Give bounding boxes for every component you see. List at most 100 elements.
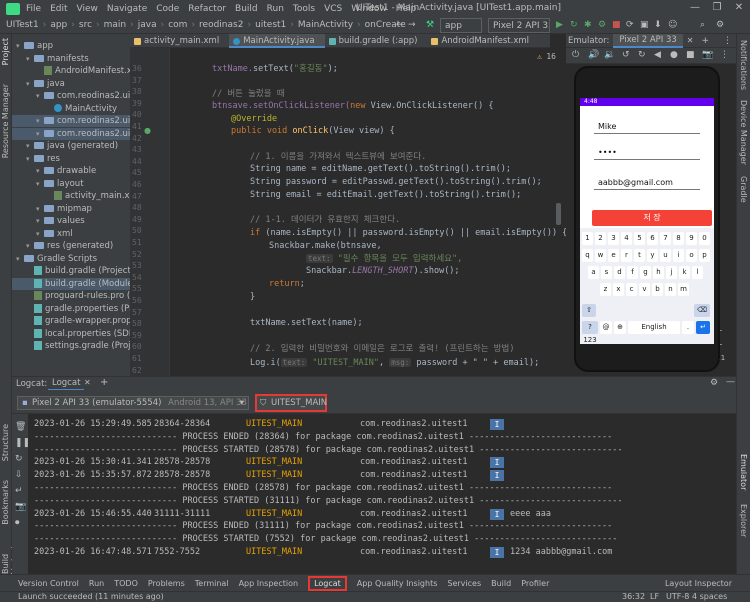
bookmarks-tool-tab[interactable]: Bookmarks xyxy=(1,480,10,525)
expand-arrow-icon[interactable]: ▾ xyxy=(36,228,44,240)
tree-item[interactable]: ▾ Gradle Scripts xyxy=(12,253,130,265)
close-icon[interactable]: ✕ xyxy=(84,378,91,387)
debug-icon[interactable]: ✱ xyxy=(584,18,592,33)
password-field[interactable]: •••• xyxy=(594,146,700,160)
expand-arrow-icon[interactable]: ▾ xyxy=(26,240,34,252)
tree-item[interactable]: activity_main.xml xyxy=(12,190,130,202)
clear-log-icon[interactable]: 🗑 xyxy=(15,422,26,432)
keyboard-key[interactable]: 2 xyxy=(595,232,606,245)
tool-run[interactable]: Run xyxy=(89,579,104,588)
tree-item[interactable]: ▾ app xyxy=(12,40,130,52)
keyboard-key[interactable]: z xyxy=(600,283,611,296)
keyboard-key[interactable]: 0 xyxy=(699,232,710,245)
tree-item[interactable]: ▾ com.reodinas2.uitest1 xyxy=(12,127,130,140)
menu-navigate[interactable]: Navigate xyxy=(107,4,147,14)
expand-arrow-icon[interactable]: ▾ xyxy=(26,53,34,65)
logcat-output[interactable]: 2023-01-26 15:29:49.585 28364-28364 UITEST… xyxy=(28,414,736,574)
device-manager-tool-tab[interactable]: Device Manager xyxy=(739,100,748,165)
keyboard-key[interactable]: y xyxy=(647,249,658,262)
expand-arrow-icon[interactable]: ▾ xyxy=(26,153,34,165)
keyboard-key[interactable]: l xyxy=(692,266,703,279)
resource-manager-tool-tab[interactable]: Resource Manager xyxy=(1,84,10,158)
avd-manager-icon[interactable]: ▣ xyxy=(640,18,649,33)
screenshot-icon[interactable]: 📷 xyxy=(702,50,713,60)
keyboard-key[interactable]: g xyxy=(640,266,651,279)
logcat-tab[interactable]: Logcat xyxy=(48,377,85,391)
indent-setting[interactable]: 4 spaces xyxy=(692,592,727,602)
project-tool-tab[interactable]: Project xyxy=(1,38,10,65)
expand-arrow-icon[interactable]: ▾ xyxy=(36,115,44,127)
stop-icon[interactable]: ■ xyxy=(612,18,621,33)
keyboard-key[interactable]: i xyxy=(673,249,684,262)
device-file-explorer-tool-tab[interactable]: Device File Explorer xyxy=(739,504,750,574)
email-field[interactable]: aabbb@gmail.com xyxy=(594,176,700,190)
soft-wrap-icon[interactable]: ↵ xyxy=(15,486,23,496)
tab-activity-main-xml[interactable]: activity_main.xml xyxy=(130,34,229,48)
tool-layout-inspector[interactable]: Layout Inspector xyxy=(665,579,732,588)
keyboard-key[interactable]: o xyxy=(686,249,697,262)
caret-position[interactable]: 36:32 xyxy=(622,592,645,602)
keyboard-key[interactable]: x xyxy=(613,283,624,296)
menu-file[interactable]: File xyxy=(26,4,41,14)
tree-item[interactable]: ▾ res (generated) xyxy=(12,240,130,252)
menu-vcs[interactable]: VCS xyxy=(324,4,342,14)
tree-item[interactable]: gradle-wrapper.properties xyxy=(12,315,130,327)
tree-item[interactable]: ▾ com.reodinas2.uitest1 xyxy=(12,90,130,102)
menu-view[interactable]: View xyxy=(77,4,98,14)
keyboard-key[interactable]: 9 xyxy=(686,232,697,245)
emulator-tool-tab[interactable]: Emulator xyxy=(739,454,748,490)
keyboard-key[interactable]: r xyxy=(621,249,632,262)
key-at[interactable]: @ xyxy=(600,321,612,334)
status-message[interactable]: Launch succeeded (11 minutes ago) xyxy=(18,592,164,602)
expand-arrow-icon[interactable]: ▾ xyxy=(26,78,34,90)
breadcrumb-reodinas2[interactable]: reodinas2 xyxy=(199,20,243,30)
tree-item[interactable]: gradle.properties (Project Pro xyxy=(12,303,130,315)
keyboard-key[interactable]: 5 xyxy=(634,232,645,245)
breadcrumb-com[interactable]: com xyxy=(168,20,187,30)
keyboard-key[interactable]: n xyxy=(665,283,676,296)
keyboard-key[interactable]: h xyxy=(653,266,664,279)
hammer-icon[interactable]: ⚒ xyxy=(426,18,438,33)
logcat-filter-input[interactable]: ⛉ UITEST_MAIN xyxy=(255,394,327,412)
more-icon[interactable]: ⋮ xyxy=(720,50,729,60)
rotate-right-icon[interactable]: ↻ xyxy=(638,50,646,60)
keyboard-key[interactable]: d xyxy=(614,266,625,279)
keyboard-key[interactable]: k xyxy=(679,266,690,279)
space-bar[interactable]: English xyxy=(628,321,680,334)
keyboard-key[interactable]: q xyxy=(582,249,593,262)
tree-item[interactable]: ▾ com.reodinas2.uitest1 xyxy=(12,115,130,127)
tree-item[interactable]: ▾ layout xyxy=(12,178,130,190)
menu-tools[interactable]: Tools xyxy=(293,4,315,14)
tool-app-inspection[interactable]: App Inspection xyxy=(239,579,299,588)
tool-problems[interactable]: Problems xyxy=(148,579,185,588)
scroll-to-end-icon[interactable]: ⇩ xyxy=(15,470,23,480)
keyboard-key[interactable]: 3 xyxy=(608,232,619,245)
expand-arrow-icon[interactable]: ▾ xyxy=(36,178,44,190)
forward-arrow-icon[interactable]: → xyxy=(408,18,416,33)
back-icon[interactable]: ◀ xyxy=(654,50,661,60)
keyboard-key[interactable]: 6 xyxy=(647,232,658,245)
tree-item[interactable]: ▾ java (generated) xyxy=(12,140,130,152)
key-period[interactable]: . xyxy=(682,321,694,334)
tool-services[interactable]: Services xyxy=(447,579,481,588)
tree-item[interactable]: build.gradle (Project: UITest xyxy=(12,265,130,277)
breadcrumb-main[interactable]: main xyxy=(104,20,127,30)
expand-arrow-icon[interactable]: ▾ xyxy=(36,128,44,140)
expand-arrow-icon[interactable]: ▾ xyxy=(16,40,24,52)
tool-app-quality-insights[interactable]: App Quality Insights xyxy=(357,579,438,588)
keyboard-key[interactable]: f xyxy=(627,266,638,279)
expand-arrow-icon[interactable]: ▾ xyxy=(26,140,34,152)
add-icon[interactable]: + xyxy=(702,36,710,46)
keyboard-key[interactable]: 8 xyxy=(673,232,684,245)
keyboard-key[interactable]: v xyxy=(639,283,650,296)
tree-item[interactable]: MainActivity xyxy=(12,103,130,115)
tree-item[interactable]: AndroidManifest.xml xyxy=(12,65,130,77)
close-icon[interactable]: ✕ xyxy=(728,0,750,17)
structure-tool-tab[interactable]: Structure xyxy=(1,424,10,461)
expand-arrow-icon[interactable]: ▾ xyxy=(16,253,24,265)
line-separator[interactable]: LF xyxy=(650,592,659,602)
override-marker-icon[interactable]: ● xyxy=(144,126,151,135)
power-icon[interactable]: ⏻ xyxy=(572,50,579,60)
rotate-left-icon[interactable]: ↺ xyxy=(622,50,630,60)
tree-item[interactable]: build.gradle (Module :app) xyxy=(12,277,130,290)
